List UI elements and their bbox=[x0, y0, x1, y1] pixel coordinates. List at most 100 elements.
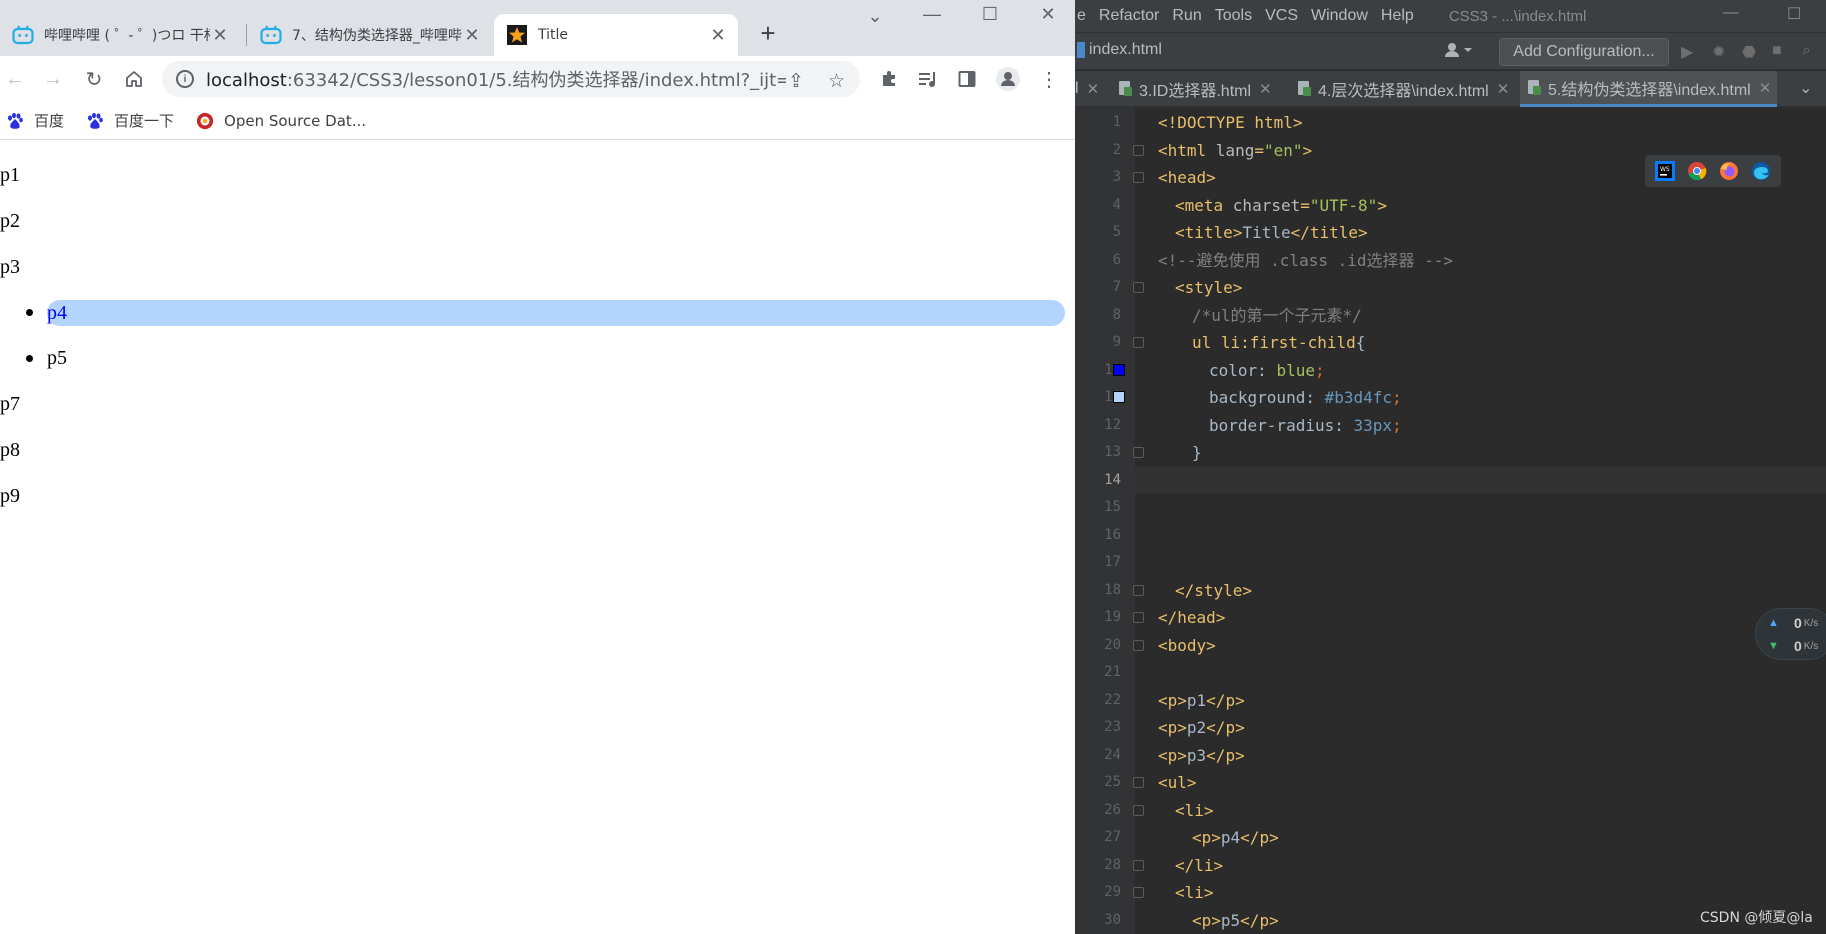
extensions-icon[interactable] bbox=[876, 66, 902, 92]
browser-toolbar: ← → ↻ i localhost:63342/CSS3/lesson01/5.… bbox=[0, 56, 1075, 102]
user-icon[interactable] bbox=[1443, 41, 1473, 64]
chevron-down-icon[interactable]: ⌄ bbox=[1799, 78, 1812, 98]
tab-search-icon[interactable]: ⌄ bbox=[855, 6, 895, 27]
address-bar[interactable]: i localhost:63342/CSS3/lesson01/5.结构伪类选择… bbox=[162, 61, 860, 97]
menu-kebab-icon[interactable]: ⋮ bbox=[1036, 66, 1062, 92]
close-icon[interactable]: ✕ bbox=[1759, 79, 1772, 97]
close-icon[interactable]: ✕ bbox=[1497, 80, 1510, 98]
minimize-icon[interactable]: — bbox=[1723, 4, 1739, 22]
line-number: 13 bbox=[1104, 444, 1121, 460]
code-line: <p>p2</p> bbox=[1158, 718, 1245, 737]
minimize-icon[interactable]: — bbox=[912, 4, 952, 25]
editor-tabs: l ✕ 3.ID选择器.html ✕ 4.层次选择器\index.html ✕ … bbox=[1075, 71, 1826, 107]
close-icon[interactable]: ✕ bbox=[210, 25, 230, 46]
fold-marker[interactable] bbox=[1133, 639, 1144, 651]
profile-avatar-icon[interactable] bbox=[995, 66, 1021, 92]
media-control-icon[interactable] bbox=[915, 66, 941, 92]
fold-marker[interactable] bbox=[1133, 144, 1144, 156]
editor-tab-active[interactable]: 5.结构伪类选择器\index.html ✕ bbox=[1520, 71, 1778, 107]
close-icon[interactable]: ✕ bbox=[462, 25, 482, 46]
maximize-icon[interactable]: ☐ bbox=[1787, 4, 1801, 24]
side-panel-icon[interactable] bbox=[954, 66, 980, 92]
debug-icon[interactable]: ✹ bbox=[1712, 42, 1725, 62]
menu-item[interactable]: e bbox=[1077, 7, 1086, 25]
fold-marker[interactable] bbox=[1133, 584, 1144, 596]
ide-menu-bar: e Refactor Run Tools VCS Window Help CSS… bbox=[1075, 0, 1826, 32]
close-icon[interactable]: ✕ bbox=[708, 25, 728, 46]
breadcrumb-file[interactable]: index.html bbox=[1077, 41, 1162, 59]
baidu-icon bbox=[86, 112, 104, 130]
close-window-icon[interactable]: ✕ bbox=[1028, 4, 1068, 25]
fold-marker[interactable] bbox=[1133, 612, 1144, 623]
editor-tab[interactable]: 3.ID选择器.html ✕ bbox=[1119, 71, 1272, 107]
add-configuration-button[interactable]: Add Configuration... bbox=[1499, 38, 1669, 66]
stop-icon[interactable]: ■ bbox=[1772, 42, 1782, 60]
line-number: 26 bbox=[1104, 801, 1121, 818]
fold-marker[interactable] bbox=[1133, 447, 1144, 458]
svg-text:WS: WS bbox=[1660, 166, 1670, 173]
ide-navigation-bar: index.html Add Configuration... ▶ ✹ ⬣ ■ … bbox=[1075, 32, 1826, 70]
line-number: 19 bbox=[1104, 609, 1121, 625]
code-editor[interactable]: <!DOCTYPE html> <html lang="en"> <head> <me… bbox=[1133, 107, 1826, 934]
bookmark-baidu-search[interactable]: 百度一下 bbox=[86, 110, 174, 131]
menu-tools[interactable]: Tools bbox=[1215, 7, 1252, 25]
tab-bilibili-video[interactable]: 7、结构伪类选择器_哔哩哔哩 ✕ bbox=[248, 14, 492, 56]
color-swatch[interactable] bbox=[1113, 391, 1125, 403]
chrome-icon[interactable] bbox=[1687, 161, 1707, 181]
code-line: /*ul的第一个子元素*/ bbox=[1192, 305, 1362, 325]
share-icon[interactable]: ⇪ bbox=[788, 70, 804, 93]
color-swatch[interactable] bbox=[1113, 363, 1125, 376]
bookmark-star-icon[interactable]: ☆ bbox=[828, 70, 845, 93]
tab-title: Title bbox=[538, 27, 569, 43]
menu-help[interactable]: Help bbox=[1381, 7, 1414, 25]
menu-refactor[interactable]: Refactor bbox=[1099, 7, 1159, 25]
line-number: 4 bbox=[1112, 196, 1121, 213]
close-icon[interactable]: ✕ bbox=[1087, 80, 1100, 98]
maximize-icon[interactable]: ☐ bbox=[970, 4, 1010, 25]
firefox-icon[interactable] bbox=[1719, 161, 1739, 181]
fold-marker[interactable] bbox=[1133, 777, 1144, 788]
fold-marker[interactable] bbox=[1133, 282, 1144, 293]
menu-vcs[interactable]: VCS bbox=[1265, 7, 1298, 25]
tab-bilibili-home[interactable]: 哔哩哔哩 ( ゜- ゜)つロ 干杯~ ✕ bbox=[0, 14, 240, 56]
editor-tab[interactable]: 4.层次选择器\index.html ✕ bbox=[1298, 71, 1509, 107]
line-number: 14 bbox=[1104, 471, 1121, 488]
reload-icon[interactable]: ↻ bbox=[81, 66, 107, 92]
back-icon[interactable]: ← bbox=[2, 66, 28, 92]
menu-run[interactable]: Run bbox=[1172, 7, 1201, 25]
search-icon[interactable]: ⌕ bbox=[1802, 42, 1811, 60]
home-icon[interactable] bbox=[121, 66, 147, 92]
fold-marker[interactable] bbox=[1133, 859, 1144, 871]
fold-marker[interactable] bbox=[1133, 172, 1144, 183]
edge-icon[interactable] bbox=[1751, 161, 1771, 181]
fold-marker[interactable] bbox=[1133, 337, 1144, 348]
bookmark-baidu[interactable]: 百度 bbox=[6, 110, 64, 131]
tab-title-page[interactable]: Title ✕ bbox=[494, 14, 738, 56]
fold-marker[interactable] bbox=[1133, 887, 1144, 898]
forward-icon[interactable]: → bbox=[40, 66, 66, 92]
coverage-icon[interactable]: ⬣ bbox=[1742, 42, 1756, 62]
code-line: </style> bbox=[1175, 580, 1253, 600]
paragraph: p7 bbox=[0, 393, 20, 415]
paragraph: p8 bbox=[0, 439, 20, 461]
line-number: 8 bbox=[1112, 306, 1121, 323]
tab-title: 7、结构伪类选择器_哔哩哔哩 bbox=[292, 28, 462, 44]
fold-marker[interactable] bbox=[1133, 804, 1144, 816]
editor-tab[interactable]: l ✕ bbox=[1075, 71, 1099, 107]
code-line: } bbox=[1192, 443, 1202, 462]
menu-window[interactable]: Window bbox=[1311, 7, 1368, 25]
line-number-gutter: 1234567891011121314151617181920212223242… bbox=[1075, 107, 1135, 934]
url-text[interactable]: localhost:63342/CSS3/lesson01/5.结构伪类选择器/… bbox=[206, 66, 786, 92]
site-info-icon[interactable]: i bbox=[176, 70, 194, 88]
code-line: <title>Title</title> bbox=[1175, 223, 1368, 242]
close-icon[interactable]: ✕ bbox=[1259, 80, 1272, 98]
code-line: <li> bbox=[1175, 883, 1214, 902]
line-number: 2 bbox=[1112, 141, 1121, 158]
new-tab-button[interactable]: + bbox=[754, 20, 782, 48]
download-arrow-icon: ▼ bbox=[1768, 640, 1779, 652]
bookmark-label: 百度一下 bbox=[114, 112, 175, 130]
bookmark-open-source[interactable]: Open Source Dat... bbox=[196, 112, 366, 130]
run-icon[interactable]: ▶ bbox=[1681, 42, 1693, 62]
webstorm-icon[interactable]: WS bbox=[1655, 161, 1675, 181]
code-line: <head> bbox=[1158, 168, 1216, 187]
